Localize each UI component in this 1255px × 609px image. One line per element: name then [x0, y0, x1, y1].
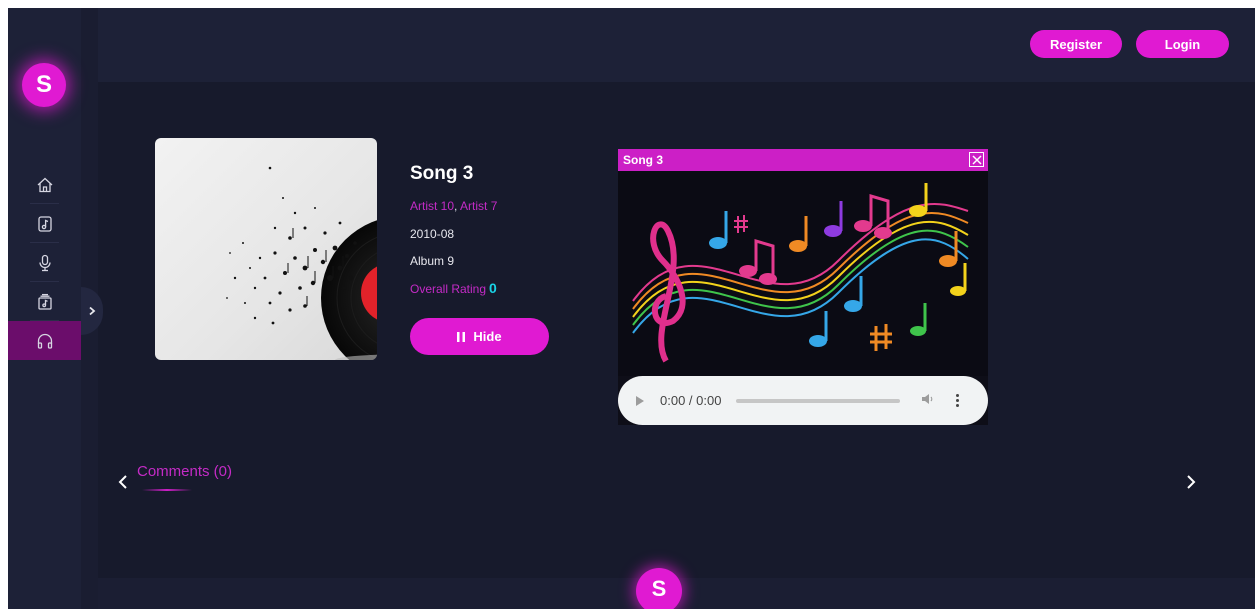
chevron-right-icon [1187, 475, 1196, 489]
sidebar-item-albums[interactable] [8, 282, 81, 321]
volume-icon [922, 394, 933, 404]
pause-icon [457, 331, 466, 342]
artist-separator: , [454, 199, 458, 213]
brand-logo[interactable]: S [22, 63, 66, 107]
song-date: 2010-08 [410, 227, 455, 241]
music-staff-artwork [618, 171, 988, 376]
chevron-right-icon [89, 306, 96, 316]
player-close-button[interactable] [969, 152, 984, 167]
footer-logo[interactable]: S [636, 568, 682, 609]
headphones-icon [37, 333, 52, 349]
sidebar-nav [8, 165, 81, 360]
volume-button[interactable] [920, 391, 936, 410]
artist-link[interactable]: Artist 10 [410, 199, 454, 213]
register-button[interactable]: Register [1030, 30, 1122, 58]
login-button[interactable]: Login [1136, 30, 1229, 58]
comments-prev-button[interactable] [116, 474, 130, 490]
sidebar-item-artists[interactable] [8, 243, 81, 282]
app-window: S Register Login Song 3 Artist 10, Artis… [8, 8, 1255, 609]
close-icon [971, 154, 982, 165]
sidebar-item-songs[interactable] [8, 204, 81, 243]
chevron-left-icon [118, 475, 127, 489]
comments-underline [142, 489, 192, 491]
album-cover [155, 138, 377, 360]
song-title: Song 3 [410, 163, 474, 184]
audio-controls: 0:00 / 0:00 [618, 376, 988, 425]
vinyl-music-notes-image [226, 166, 377, 360]
home-icon [37, 177, 52, 192]
comments-next-button[interactable] [1183, 473, 1199, 491]
player-titlebar[interactable]: Song 3 [618, 149, 988, 171]
player-window: Song 3 0:00 / 0:00 [618, 149, 988, 425]
microphone-icon [38, 254, 51, 271]
rating-value: 0 [489, 280, 497, 296]
sidebar-item-home[interactable] [8, 165, 81, 204]
audio-time: 0:00 / 0:00 [660, 393, 722, 408]
artist-link[interactable]: Artist 7 [460, 199, 497, 213]
comments-tab[interactable]: Comments (0) [137, 463, 232, 480]
overall-rating: Overall Rating 0 [410, 280, 497, 296]
play-icon[interactable] [636, 395, 644, 406]
album-icon [37, 293, 52, 310]
kebab-menu-icon[interactable] [956, 394, 960, 407]
music-file-icon [37, 215, 52, 232]
hide-player-button[interactable]: Hide [410, 318, 549, 355]
audio-seek-bar[interactable] [736, 398, 901, 403]
rating-label: Overall Rating [410, 282, 487, 296]
top-header: Register Login [98, 8, 1255, 82]
hide-button-label: Hide [473, 329, 502, 344]
player-title: Song 3 [623, 153, 664, 167]
song-artists: Artist 10, Artist 7 [410, 199, 497, 213]
song-album[interactable]: Album 9 [410, 254, 454, 268]
sidebar-expand-toggle[interactable] [81, 287, 103, 335]
sidebar-item-listen[interactable] [8, 321, 81, 360]
